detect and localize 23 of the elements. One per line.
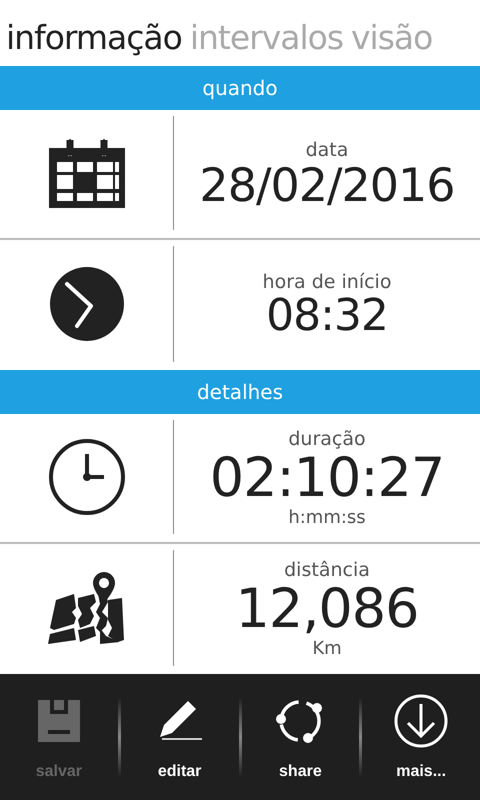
- field-label: distância: [284, 559, 370, 582]
- save-icon: [38, 700, 80, 742]
- field-value: 28/02/2016: [199, 160, 455, 210]
- clock-icon: [48, 266, 124, 342]
- map-icon: [48, 570, 126, 646]
- field-value: 08:32: [266, 292, 388, 340]
- field-value: 02:10:27: [210, 450, 444, 507]
- pencil-icon: [158, 701, 202, 741]
- field-label: hora de início: [262, 270, 392, 293]
- field-label: duração: [288, 428, 366, 450]
- clock-icon: [48, 438, 126, 516]
- download-icon: [394, 694, 448, 748]
- field-label: data: [306, 138, 348, 161]
- unit-label: Km: [312, 638, 342, 659]
- share-button[interactable]: share: [242, 674, 360, 800]
- download-button[interactable]: mais...: [362, 674, 480, 800]
- unit-label: h:mm:ss: [288, 506, 366, 528]
- pivot-tab[interactable]: informação: [6, 17, 182, 66]
- calendar-icon: [48, 138, 124, 208]
- section-header: detalhes: [0, 370, 480, 414]
- edit-button[interactable]: editar: [120, 674, 238, 800]
- section-header: quando: [0, 66, 480, 110]
- field-value: 12,086: [236, 581, 418, 638]
